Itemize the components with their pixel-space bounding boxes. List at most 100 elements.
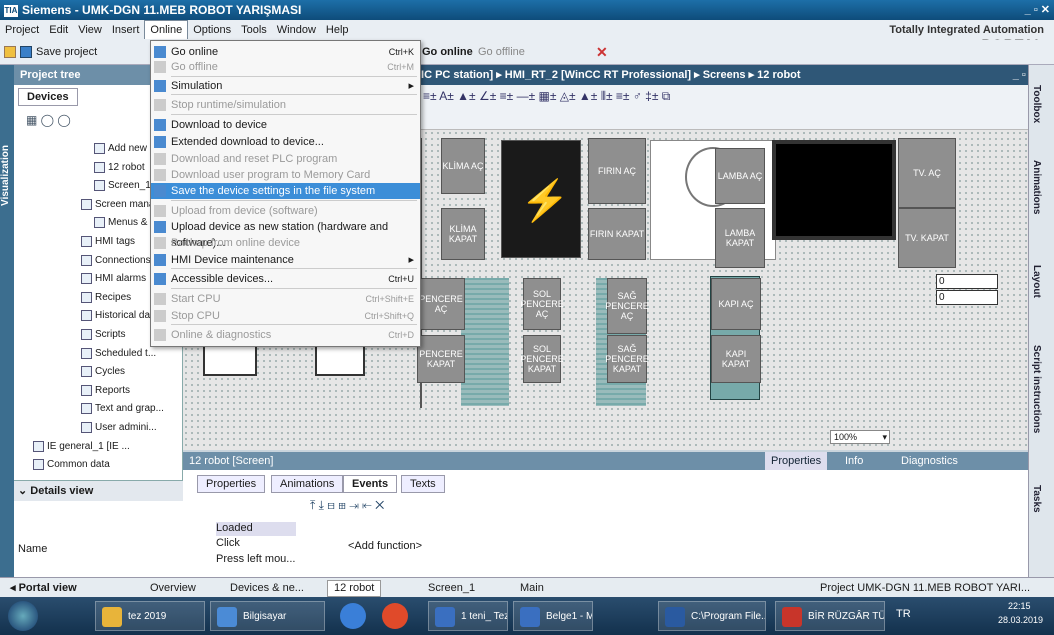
tree-item[interactable]: Cycles	[81, 366, 125, 377]
properties-tab[interactable]: Properties	[765, 452, 828, 470]
toolbox-tab[interactable]: Toolbox	[1031, 85, 1042, 123]
online-menu-item[interactable]: Go online Ctrl+K	[151, 44, 420, 60]
overview-tab[interactable]: Overview	[150, 578, 196, 598]
visualization-sidetab[interactable]: Visualization	[0, 65, 14, 577]
hmi-button[interactable]: LAMBA AÇ	[715, 148, 765, 204]
tasks-tab[interactable]: Tasks	[1031, 485, 1042, 513]
hmi-button[interactable]: FIRIN AÇ	[588, 138, 646, 204]
hmi-button[interactable]: KLİMA AÇ	[441, 138, 485, 194]
tree-item[interactable]: IE general_1 [IE ...	[33, 441, 130, 452]
portal-view-button[interactable]: ◂ Portal view	[10, 578, 77, 598]
language-indicator[interactable]: TR	[896, 608, 911, 620]
online-menu-item[interactable]: Stop CPU Ctrl+Shift+Q	[151, 308, 420, 324]
window-controls[interactable]: _ ▫ ✕	[1025, 0, 1050, 20]
tree-item[interactable]: Recipes	[81, 292, 131, 303]
menu-edit[interactable]: Edit	[44, 20, 73, 40]
online-menu-item[interactable]: Backup from online device	[151, 235, 420, 251]
menu-online[interactable]: Online	[144, 20, 189, 39]
script-instructions-tab[interactable]: Script instructions	[1031, 345, 1042, 433]
tree-item[interactable]: HMI alarms	[81, 273, 146, 284]
tree-item[interactable]: User admini...	[81, 422, 157, 433]
online-menu-item[interactable]: Start CPU Ctrl+Shift+E	[151, 291, 420, 307]
inspector-tab-texts[interactable]: Texts	[401, 475, 445, 493]
online-menu-item[interactable]: Upload device as new station (hardware a…	[151, 219, 420, 249]
menu-help[interactable]: Help	[321, 20, 354, 40]
online-menu-item[interactable]: Online & diagnostics Ctrl+D	[151, 327, 420, 343]
hmi-button[interactable]: LAMBA KAPAT	[715, 208, 765, 268]
tree-item[interactable]: 12 robot	[94, 162, 145, 173]
online-menu-item[interactable]: Download user program to Memory Card	[151, 167, 420, 183]
tree-item[interactable]: Text and grap...	[81, 403, 164, 414]
ie-icon[interactable]	[340, 603, 366, 629]
inspector-tab-animations[interactable]: Animations	[271, 475, 344, 493]
add-function[interactable]: <Add function>	[348, 540, 422, 552]
tree-toolbar-icons[interactable]: ▦ ◯ ◯	[26, 113, 71, 127]
hmi-button[interactable]: SAĞ PENCERE KAPAT	[605, 335, 649, 383]
event-loaded[interactable]: Loaded	[216, 522, 296, 536]
output-field-2[interactable]: 0	[936, 290, 998, 305]
online-menu-item[interactable]: Go offline Ctrl+M	[151, 59, 420, 75]
tree-item[interactable]: Historical data	[81, 310, 158, 321]
tree-item[interactable]: Menus & ...	[94, 217, 159, 228]
online-menu-item[interactable]: Extended download to device...	[151, 134, 420, 150]
menu-window[interactable]: Window	[272, 20, 321, 40]
taskbar-item[interactable]: Bilgisayar	[210, 601, 325, 631]
close-icon[interactable]: ✕	[596, 44, 608, 61]
save-project-button[interactable]: Save project	[36, 46, 97, 58]
hmi-button[interactable]: TV. AÇ	[898, 138, 956, 208]
output-field-1[interactable]: 0	[936, 274, 998, 289]
tree-item[interactable]: HMI tags	[81, 236, 135, 247]
taskbar-item[interactable]: 1 teni_ Tez_beni...	[428, 601, 508, 631]
online-menu-item[interactable]: Stop runtime/simulation	[151, 97, 420, 113]
format-toolbar-icons[interactable]: ≡± A± ▲± ∠± ≡± —± ▦± ◬± ▲± ⦀± ≡± ♂ ‡± ⧉	[423, 89, 670, 104]
menu-insert[interactable]: Insert	[107, 20, 145, 40]
animations-tab[interactable]: Animations	[1031, 160, 1042, 214]
go-offline-button[interactable]: Go offline	[478, 46, 525, 58]
online-menu-item[interactable]: Accessible devices... Ctrl+U	[151, 271, 420, 287]
menu-view[interactable]: View	[73, 20, 107, 40]
online-menu-item[interactable]: Download and reset PLC program	[151, 151, 420, 167]
inspector-tab-events[interactable]: Events	[343, 475, 398, 493]
tree-item[interactable]: Scripts	[81, 329, 126, 340]
hmi-button[interactable]: FIRIN KAPAT	[588, 208, 646, 260]
taskbar-item[interactable]: C:\Program File...	[658, 601, 766, 631]
save-icon[interactable]	[20, 46, 32, 58]
info-tab[interactable]: Info	[845, 452, 863, 470]
online-menu-item[interactable]: HMI Device maintenance ▸	[151, 252, 420, 268]
new-project-icon[interactable]	[4, 46, 16, 58]
tree-item[interactable]: Common data	[33, 459, 110, 470]
online-menu-item[interactable]: Download to device	[151, 117, 420, 133]
hmi-button[interactable]: TV. KAPAT	[898, 208, 956, 268]
hmi-button[interactable]: SOL PENCERE AÇ	[520, 278, 564, 330]
online-menu-item[interactable]: Save the device settings in the file sys…	[151, 183, 420, 199]
devices-networks-tab[interactable]: Devices & ne...	[230, 578, 304, 598]
taskbar-item[interactable]: BİR RÜZGÂR TÜ...	[775, 601, 885, 631]
tree-item[interactable]: Reports	[81, 385, 130, 396]
chrome-icon[interactable]	[382, 603, 408, 629]
inspector-tab-properties[interactable]: Properties	[197, 475, 266, 493]
details-view-header[interactable]: ⌄ Details view	[14, 481, 183, 501]
robot-screen-tab[interactable]: 12 robot	[327, 580, 382, 597]
tree-item[interactable]: Scheduled t...	[81, 348, 156, 359]
zoom-select[interactable]: 100% ▾	[830, 430, 890, 444]
go-online-button[interactable]: Go online	[422, 46, 473, 58]
online-menu-item[interactable]: Upload from device (software)	[151, 203, 420, 219]
hmi-button[interactable]: PENCERE KAPAT	[417, 335, 465, 383]
event-press-left[interactable]: Press left mou...	[216, 553, 295, 565]
tree-item[interactable]: Connections	[81, 255, 151, 266]
devices-tab[interactable]: Devices	[18, 88, 78, 106]
diagnostics-tab[interactable]: Diagnostics	[901, 452, 958, 470]
event-click[interactable]: Click	[216, 537, 240, 549]
hmi-button[interactable]: PENCERE AÇ	[417, 278, 465, 330]
hmi-button[interactable]: SAĞ PENCERE AÇ	[605, 278, 649, 334]
hmi-button[interactable]: KAPI KAPAT	[711, 335, 761, 383]
online-menu-item[interactable]: Simulation ▸	[151, 78, 420, 94]
menu-tools[interactable]: Tools	[236, 20, 272, 40]
menu-project[interactable]: Project	[0, 20, 44, 40]
main-tab[interactable]: Main	[520, 578, 544, 598]
tree-item[interactable]: Add new ...	[94, 143, 158, 154]
tree-item[interactable]: Screen_1	[94, 180, 151, 191]
hmi-button[interactable]: KAPI AÇ	[711, 278, 761, 330]
hmi-button[interactable]: SOL PENCERE KAPAT	[520, 335, 564, 383]
hmi-button[interactable]: KLİMA KAPAT	[441, 208, 485, 260]
